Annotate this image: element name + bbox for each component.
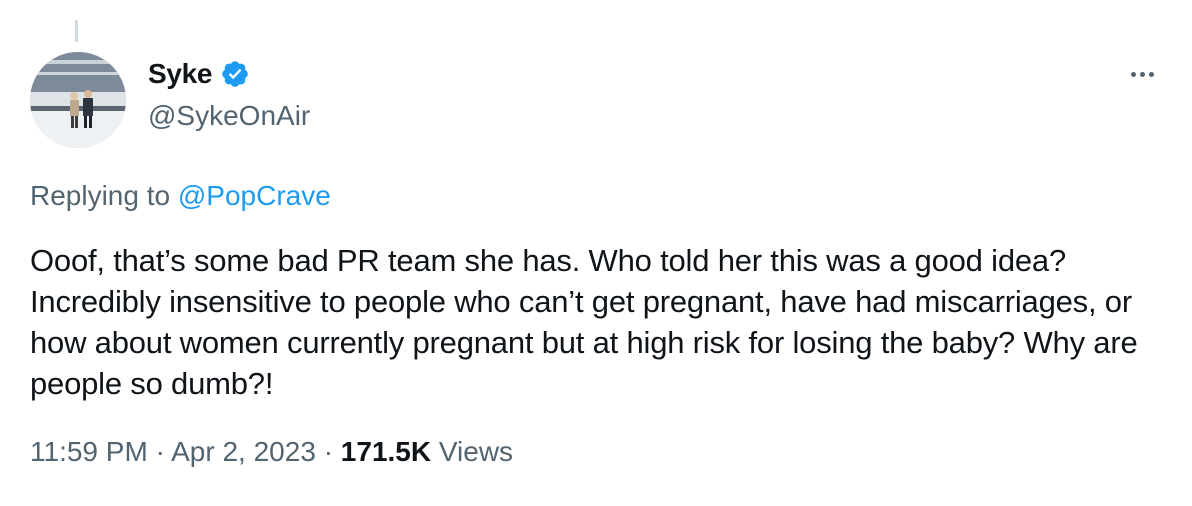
more-dot-icon	[1130, 71, 1136, 77]
avatar-photo	[30, 52, 126, 148]
tweet-text: Ooof, that’s some bad PR team she has. W…	[30, 243, 1138, 401]
meta-separator: ·	[323, 436, 334, 467]
author-display-name[interactable]: Syke	[148, 58, 213, 90]
author-handle[interactable]: @SykeOnAir	[148, 100, 310, 132]
verified-badge-icon[interactable]	[220, 59, 250, 89]
more-dot-icon	[1148, 71, 1154, 77]
replying-to-line: Replying to @PopCrave	[30, 180, 331, 212]
more-options-button[interactable]	[1126, 62, 1158, 86]
views-count: 171.5K	[340, 436, 432, 467]
author-name-row: Syke	[148, 58, 250, 90]
replying-to-label: Replying to	[30, 180, 171, 211]
tweet-date[interactable]: Apr 2, 2023	[171, 436, 316, 467]
views-label: Views	[438, 436, 514, 467]
more-dot-icon	[1139, 71, 1145, 77]
meta-separator: ·	[155, 436, 165, 467]
tweet-meta: 11:59 PM · Apr 2, 2023 · 171.5K Views	[30, 436, 513, 468]
tweet-time[interactable]: 11:59 PM	[30, 436, 148, 467]
reply-mention-link[interactable]: @PopCrave	[178, 180, 331, 211]
avatar[interactable]	[30, 52, 126, 148]
thread-connector-line	[75, 20, 78, 42]
